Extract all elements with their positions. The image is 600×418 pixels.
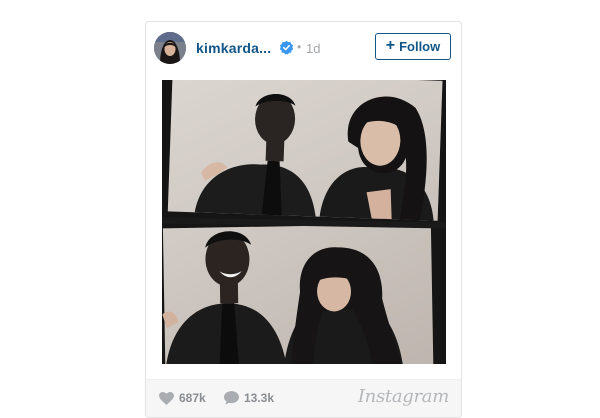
- post-header: kimkarda... • 1d + Follow: [146, 22, 461, 74]
- likes-stat[interactable]: 687k: [159, 391, 206, 405]
- post-footer: 687k 13.3k Instagram: [146, 379, 461, 417]
- avatar-image: [154, 32, 186, 64]
- separator-dot: •: [297, 40, 302, 54]
- photo-booth-image: [162, 80, 446, 364]
- avatar[interactable]: [154, 32, 186, 64]
- instagram-logo[interactable]: Instagram: [358, 386, 449, 407]
- heart-icon: [159, 391, 174, 405]
- username-link[interactable]: kimkarda...: [196, 40, 271, 56]
- instagram-embed-card: kimkarda... • 1d + Follow 687k 13.3k Ins…: [145, 21, 462, 418]
- verified-badge-icon: [279, 40, 294, 55]
- comment-icon: [224, 391, 239, 405]
- post-time[interactable]: 1d: [306, 41, 320, 56]
- comments-stat[interactable]: 13.3k: [224, 391, 274, 405]
- post-photo[interactable]: [162, 80, 446, 364]
- plus-icon: +: [385, 37, 396, 54]
- likes-count: 687k: [179, 391, 206, 405]
- follow-button[interactable]: + Follow: [375, 33, 451, 60]
- comments-count: 13.3k: [244, 391, 275, 405]
- follow-label: Follow: [399, 39, 441, 54]
